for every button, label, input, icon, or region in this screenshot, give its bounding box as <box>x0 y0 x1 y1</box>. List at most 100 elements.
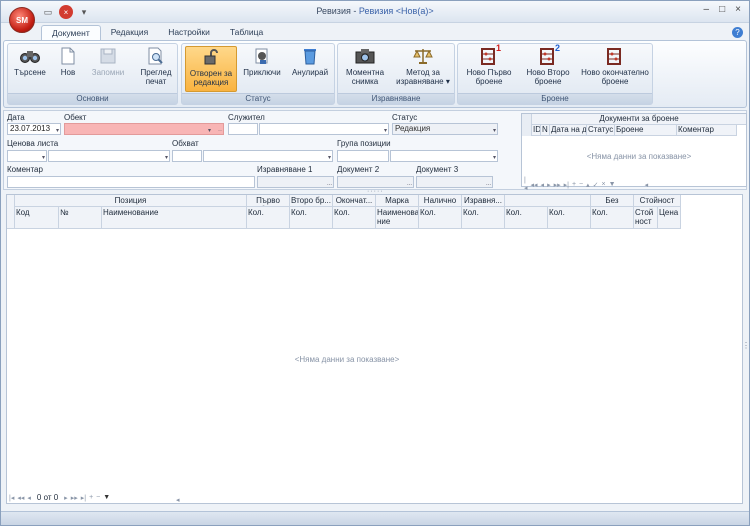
column-header[interactable]: Кол. <box>419 207 462 229</box>
column-header[interactable]: ID <box>532 125 541 136</box>
date-field[interactable]: 23.07.2013 ▾ <box>7 123 61 135</box>
column-header[interactable]: N <box>541 125 550 136</box>
cancel-record-icon[interactable]: × <box>602 181 606 188</box>
scope-field[interactable]: ▾ <box>203 150 333 162</box>
band-header[interactable]: Без Изра... <box>591 195 634 207</box>
tab-edit[interactable]: Редакция <box>101 25 158 41</box>
employee-code-field[interactable] <box>228 123 258 135</box>
new-button[interactable]: Нов <box>56 46 80 92</box>
column-header[interactable]: Наименование <box>102 207 247 229</box>
tab-settings[interactable]: Настройки <box>158 25 220 41</box>
add-record-icon[interactable]: + <box>572 181 576 188</box>
save-label: Запомни <box>91 68 125 77</box>
prev-page-icon[interactable]: ◂◂ <box>17 494 24 502</box>
pricelist-field[interactable]: ▾ <box>48 150 170 162</box>
horizontal-scroll-left-icon[interactable]: ◂ <box>176 496 180 504</box>
first-label-1: Ново Първо <box>466 68 512 77</box>
balance-method-dropdown[interactable]: Метод за изравняване ▾ <box>394 46 452 92</box>
column-header[interactable]: Броене <box>615 125 677 136</box>
band-header[interactable]: Стойност <box>634 195 681 207</box>
add-record-icon[interactable]: + <box>89 494 93 501</box>
first-record-icon[interactable]: |◂ <box>9 494 14 502</box>
search-button[interactable]: Търсене <box>11 46 49 92</box>
filter-icon[interactable]: ▼ <box>103 494 110 501</box>
next-page-icon[interactable]: ▸▸ <box>554 181 561 189</box>
snapshot-button[interactable]: Моментна снимка <box>341 46 389 92</box>
abacus-icon: 1 <box>479 44 501 66</box>
column-header[interactable]: Кол. <box>591 207 634 229</box>
dropdown-arrow-icon: ▾ <box>492 155 496 161</box>
open-for-edit-button[interactable]: Отворен за редакция <box>185 46 237 92</box>
column-header[interactable]: Кол. <box>505 207 548 229</box>
band-header[interactable] <box>505 195 591 207</box>
scope-code-field[interactable] <box>172 150 202 162</box>
column-header[interactable]: Наименова ние <box>376 207 419 229</box>
delete-record-icon[interactable]: − <box>96 494 100 501</box>
column-header[interactable]: № <box>59 207 102 229</box>
column-header[interactable]: Кол. <box>247 207 290 229</box>
help-icon[interactable]: ? <box>732 27 743 38</box>
new-second-count-button[interactable]: 2 Ново Второ броене <box>520 44 576 92</box>
pricelist-code-field[interactable]: ▾ <box>7 150 47 162</box>
column-header[interactable]: Кол. <box>333 207 376 229</box>
column-header[interactable]: Стой ност <box>634 207 658 229</box>
column-header[interactable]: Коментар <box>677 125 737 136</box>
doc3-field[interactable]: ... <box>416 176 493 188</box>
employee-field[interactable]: ▾ <box>259 123 389 135</box>
band-header[interactable]: Изравня... <box>462 195 505 207</box>
column-header[interactable]: Дата на д <box>550 125 587 136</box>
object-field[interactable]: ▾ ·· <box>64 123 224 135</box>
prev-record-icon[interactable]: ◂ <box>541 181 545 189</box>
dropdown-arrow-icon: ▾ <box>492 128 496 134</box>
new-first-count-button[interactable]: 1 Ново Първо броене <box>461 44 517 92</box>
save-button[interactable]: Запомни <box>88 46 128 92</box>
new-final-count-button[interactable]: Ново окончателно броене <box>580 46 650 92</box>
minimize-button[interactable]: – <box>704 4 710 15</box>
delete-record-icon[interactable]: − <box>579 181 583 188</box>
side-splitter-grip[interactable]: ⋮ <box>742 341 750 350</box>
application-menu-button[interactable]: SM <box>9 7 35 33</box>
band-header[interactable]: Второ бр... <box>290 195 333 207</box>
close-button[interactable]: × <box>735 4 741 15</box>
column-header[interactable]: Кол. <box>548 207 591 229</box>
prev-page-icon[interactable]: ◂◂ <box>531 181 538 189</box>
grid-navigator[interactable]: |◂ ◂◂ ◂ ▸ ▸▸ ▸| + − ▴ ✓ × ▼ ◂ ▸ <box>524 177 750 192</box>
balance1-field[interactable]: ... <box>257 176 334 188</box>
edit-record-icon[interactable]: ▴ <box>586 181 590 189</box>
item-group-field[interactable]: ▾ <box>390 150 498 162</box>
last-record-icon[interactable]: ▸| <box>564 181 569 189</box>
prev-record-icon[interactable]: ◂ <box>27 494 31 502</box>
band-header[interactable]: Позиция <box>15 195 247 207</box>
first-record-icon[interactable]: |◂ <box>524 177 528 192</box>
band-header[interactable]: Марка <box>376 195 419 207</box>
scroll-left-icon[interactable]: ◂ <box>645 181 649 189</box>
last-record-icon[interactable]: ▸| <box>81 494 86 502</box>
comment-field[interactable] <box>7 176 255 188</box>
next-page-icon[interactable]: ▸▸ <box>71 494 78 502</box>
tab-table[interactable]: Таблица <box>220 25 273 41</box>
maximize-button[interactable]: □ <box>719 4 725 15</box>
band-header[interactable]: Окончат... <box>333 195 376 207</box>
column-header[interactable]: Кол. <box>290 207 333 229</box>
next-record-icon[interactable]: ▸ <box>64 494 68 502</box>
post-record-icon[interactable]: ✓ <box>593 181 599 189</box>
filter-icon[interactable]: ▼ <box>609 181 616 188</box>
doc2-field[interactable]: ... <box>337 176 414 188</box>
positions-grid[interactable]: Позиция Първо бр... Второ бр... Окончат.… <box>6 194 743 504</box>
cancel-document-button[interactable]: Анулирай <box>288 46 332 92</box>
column-header[interactable]: Статус <box>587 125 615 136</box>
status-field[interactable]: Редакция ▾ <box>392 123 498 135</box>
count-documents-grid[interactable]: Документи за броене ID N Дата на д Стату… <box>521 113 747 192</box>
column-header[interactable]: Код <box>15 207 59 229</box>
item-group-code-field[interactable] <box>337 150 389 162</box>
column-header[interactable]: Цена <box>658 207 681 229</box>
band-header[interactable]: Първо бр... <box>247 195 290 207</box>
finish-button[interactable]: Приключи <box>240 46 284 92</box>
grid-navigator[interactable]: |◂ ◂◂ ◂ 0 от 0 ▸ ▸▸ ▸| + − ▼ <box>9 493 110 502</box>
next-record-icon[interactable]: ▸ <box>547 181 551 189</box>
second-label-2: броене <box>534 77 562 86</box>
column-header[interactable]: Кол. <box>462 207 505 229</box>
tab-document[interactable]: Документ <box>41 25 101 41</box>
print-preview-button[interactable]: Преглед печат <box>136 46 176 92</box>
band-header[interactable]: Налично <box>419 195 462 207</box>
